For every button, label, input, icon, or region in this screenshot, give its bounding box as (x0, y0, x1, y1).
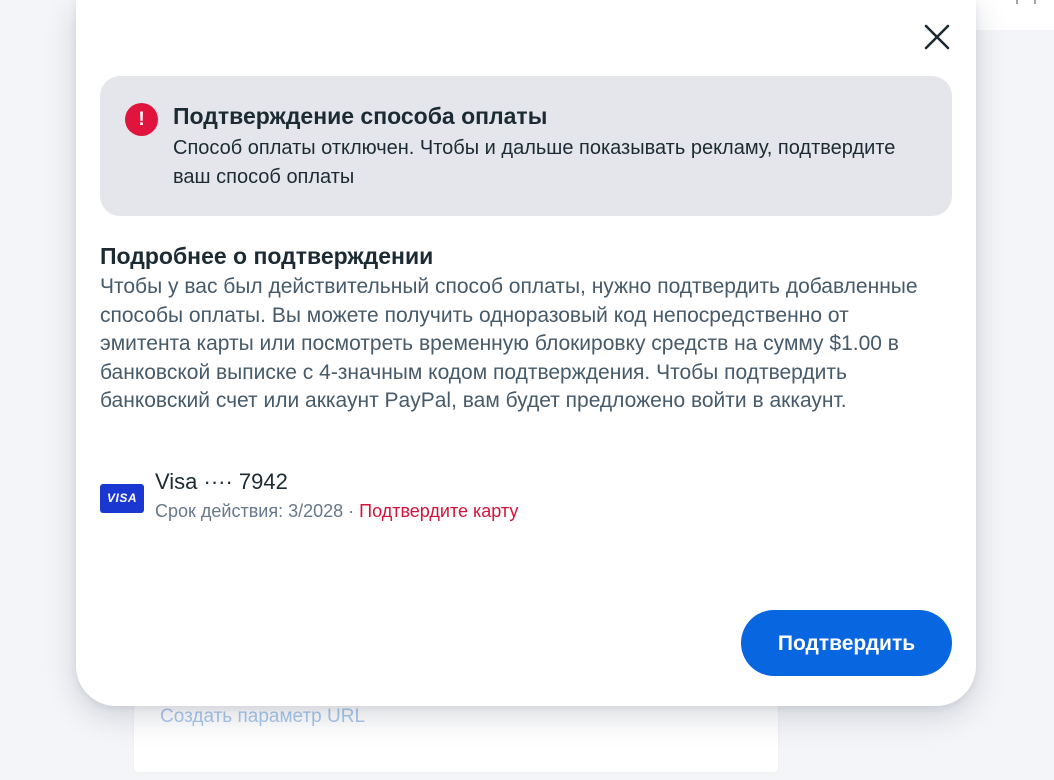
confirm-card-link[interactable]: Подтвердите карту (359, 501, 518, 521)
create-url-parameter-link[interactable]: Создать параметр URL (160, 706, 365, 728)
card-expiry: Срок действия: 3/2028 (155, 501, 344, 521)
card-meta: Срок действия: 3/2028 · Подтвердите карт… (155, 501, 518, 522)
payment-alert-banner: ! Подтверждение способа оплаты Способ оп… (100, 76, 952, 216)
confirm-button[interactable]: Подтвердить (741, 610, 952, 676)
close-button[interactable] (920, 20, 954, 54)
close-icon (924, 24, 950, 50)
payment-verification-dialog: ! Подтверждение способа оплаты Способ оп… (76, 0, 976, 706)
alert-title: Подтверждение способа оплаты (173, 103, 548, 129)
details-heading: Подробнее о подтверждении (100, 243, 434, 269)
details-description: Чтобы у вас был действительный способ оп… (100, 275, 918, 412)
visa-card-icon: VISA (100, 484, 144, 513)
error-exclamation-icon: ! (125, 103, 158, 136)
card-name: Visa ···· 7942 (155, 469, 288, 494)
meta-separator: · (343, 501, 360, 521)
alert-message: Способ оплаты отключен. Чтобы и дальше п… (173, 137, 896, 188)
background-partial-icon (1016, 0, 1036, 4)
